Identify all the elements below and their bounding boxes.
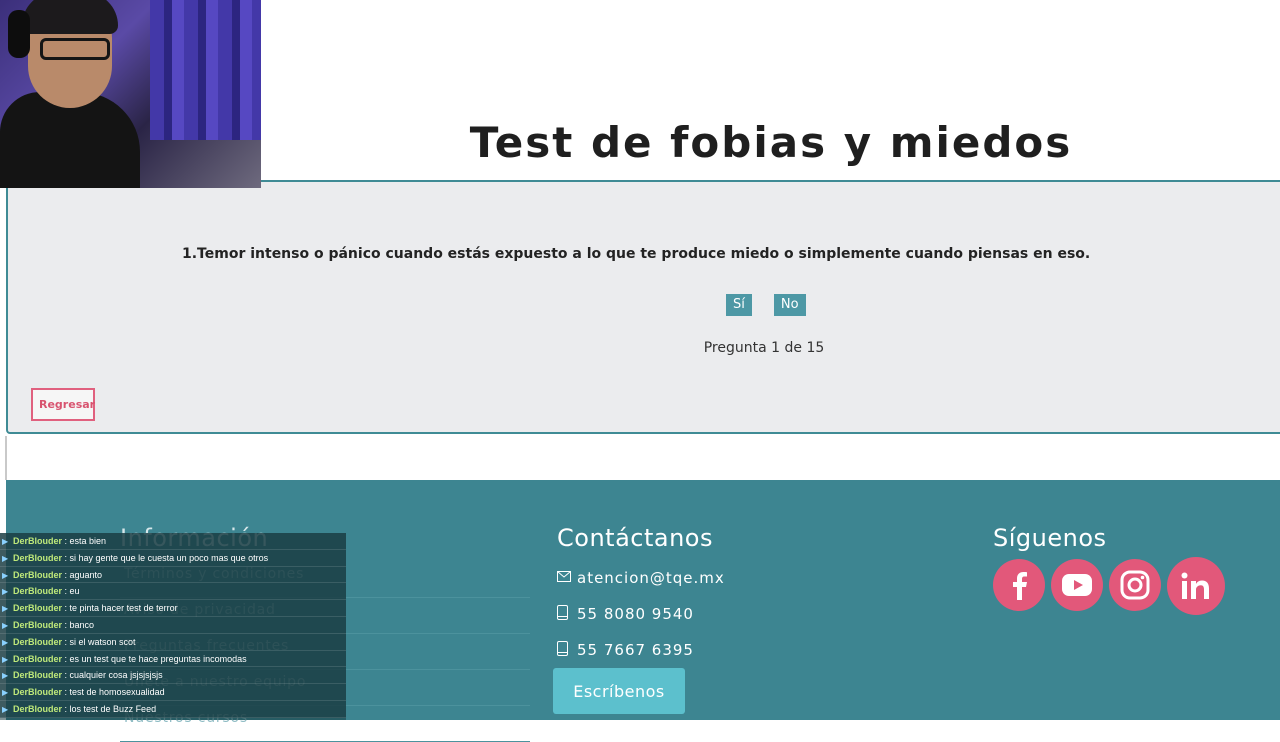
answer-options: Sí No <box>726 294 806 316</box>
page-divider <box>5 436 7 480</box>
chat-user-icon: ▶ <box>2 604 9 614</box>
contact-list: atencion@tqe.mx 55 8080 9540 55 7667 639… <box>557 560 725 668</box>
instagram-icon[interactable] <box>1109 559 1161 611</box>
chat-message: ▶ DerBlouder : si el watson scot <box>0 633 346 651</box>
mail-icon <box>557 570 577 586</box>
chat-message: ▶ DerBlouder : esta bien <box>0 533 346 550</box>
chat-message: ▶ DerBlouder : banco <box>0 616 346 634</box>
chat-user-icon: ▶ <box>2 688 9 698</box>
chat-message: ▶ DerBlouder : test de homosexualidad <box>0 684 346 701</box>
chat-user-icon: ▶ <box>2 553 9 563</box>
contact-phone-2[interactable]: 55 7667 6395 <box>557 632 725 668</box>
question-counter: Pregunta 1 de 15 <box>703 340 825 356</box>
phone-2-text: 55 7667 6395 <box>577 641 694 659</box>
chat-user-icon: ▶ <box>2 637 9 647</box>
social-links <box>993 557 1225 615</box>
chat-overlay: ▶ DerBlouder : esta bien ▶ DerBlouder : si… <box>0 533 346 720</box>
chat-message: ▶ DerBlouder : aguanto <box>0 566 346 584</box>
back-button[interactable]: Regresar <box>31 388 95 421</box>
chat-user-icon: ▶ <box>2 587 9 597</box>
phone-icon <box>557 604 577 624</box>
contact-phone-1[interactable]: 55 8080 9540 <box>557 596 725 632</box>
quiz-panel: 1.Temor intenso o pánico cuando estás ex… <box>6 180 1280 434</box>
chat-user-icon: ▶ <box>2 671 9 681</box>
write-us-button[interactable]: Escríbenos <box>553 668 685 714</box>
contact-title: Contáctanos <box>557 524 713 552</box>
phone-1-text: 55 8080 9540 <box>577 605 694 623</box>
webcam-overlay <box>0 0 261 188</box>
chat-message: ▶ DerBlouder : si hay gente que le cuesta… <box>0 549 346 567</box>
chat-user-icon: ▶ <box>2 704 9 714</box>
page-title: Test de fobias y miedos <box>469 118 1073 167</box>
linkedin-icon[interactable] <box>1167 557 1225 615</box>
chat-message: ▶ DerBlouder : te pinta hacer test de ter… <box>0 600 346 617</box>
chat-message: ▶ DerBlouder : eu <box>0 583 346 601</box>
chat-user-icon: ▶ <box>2 537 9 546</box>
phone-icon <box>557 640 577 660</box>
yes-button[interactable]: Sí <box>726 294 752 316</box>
youtube-icon[interactable] <box>1051 559 1103 611</box>
no-button[interactable]: No <box>773 294 806 316</box>
chat-message: ▶ DerBlouder : cualquier cosa jsjsjsjsjs <box>0 667 346 685</box>
chat-user-icon: ▶ <box>2 654 9 664</box>
follow-title: Síguenos <box>993 524 1107 552</box>
facebook-icon[interactable] <box>993 559 1045 611</box>
chat-user-icon: ▶ <box>2 570 9 580</box>
contact-email[interactable]: atencion@tqe.mx <box>557 560 725 596</box>
chat-message: ▶ DerBlouder : es un test que te hace pre… <box>0 650 346 668</box>
chat-user-icon: ▶ <box>2 620 9 630</box>
chat-message: ▶ DerBlouder : los test de Buzz Feed <box>0 700 346 718</box>
question-text: 1.Temor intenso o pánico cuando estás ex… <box>182 246 1091 262</box>
email-text: atencion@tqe.mx <box>577 569 725 587</box>
